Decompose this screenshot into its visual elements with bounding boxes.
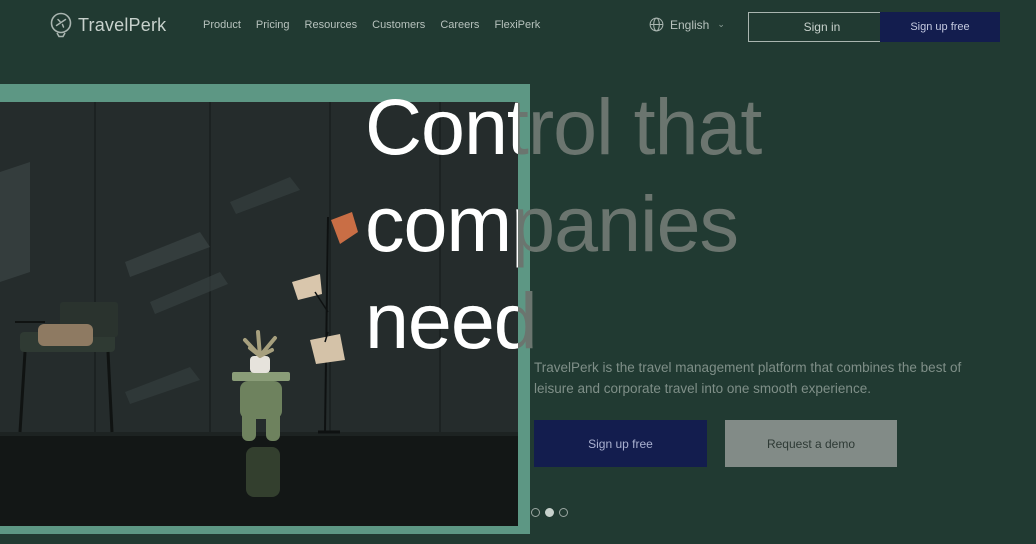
logo-text: TravelPerk (78, 14, 167, 35)
airplane-bubble-logo-icon (50, 12, 72, 38)
nav-link-flexiperk[interactable]: FlexiPerk (494, 19, 540, 31)
logo[interactable]: TravelPerk (50, 12, 166, 38)
nav-link-careers[interactable]: Careers (440, 19, 479, 31)
carousel-dot-3[interactable] (559, 508, 568, 517)
top-navigation: TravelPerk Product Pricing Resources Cus… (0, 0, 1036, 54)
nav-link-product[interactable]: Product (203, 19, 241, 31)
hero-sign-up-button[interactable]: Sign up free (534, 420, 707, 467)
nav-link-customers[interactable]: Customers (372, 19, 425, 31)
carousel-dot-2[interactable] (545, 508, 554, 517)
hero-headline: Control that companies need Control that… (365, 78, 762, 369)
carousel-dots (531, 508, 568, 517)
nav-link-resources[interactable]: Resources (305, 19, 358, 31)
carousel-dot-1[interactable] (531, 508, 540, 517)
sign-in-button[interactable]: Sign in (748, 12, 896, 42)
chevron-down-icon: ⌄ (717, 19, 725, 29)
hero-description: TravelPerk is the travel management plat… (534, 360, 962, 396)
language-label: English (670, 17, 710, 32)
nav-link-pricing[interactable]: Pricing (256, 19, 290, 31)
language-selector[interactable]: English ⌄ (649, 17, 725, 32)
nav-sign-up-button[interactable]: Sign up free (880, 12, 1000, 42)
request-demo-button[interactable]: Request a demo (725, 420, 897, 467)
globe-icon (649, 17, 664, 32)
nav-links: Product Pricing Resources Customers Care… (203, 19, 540, 31)
